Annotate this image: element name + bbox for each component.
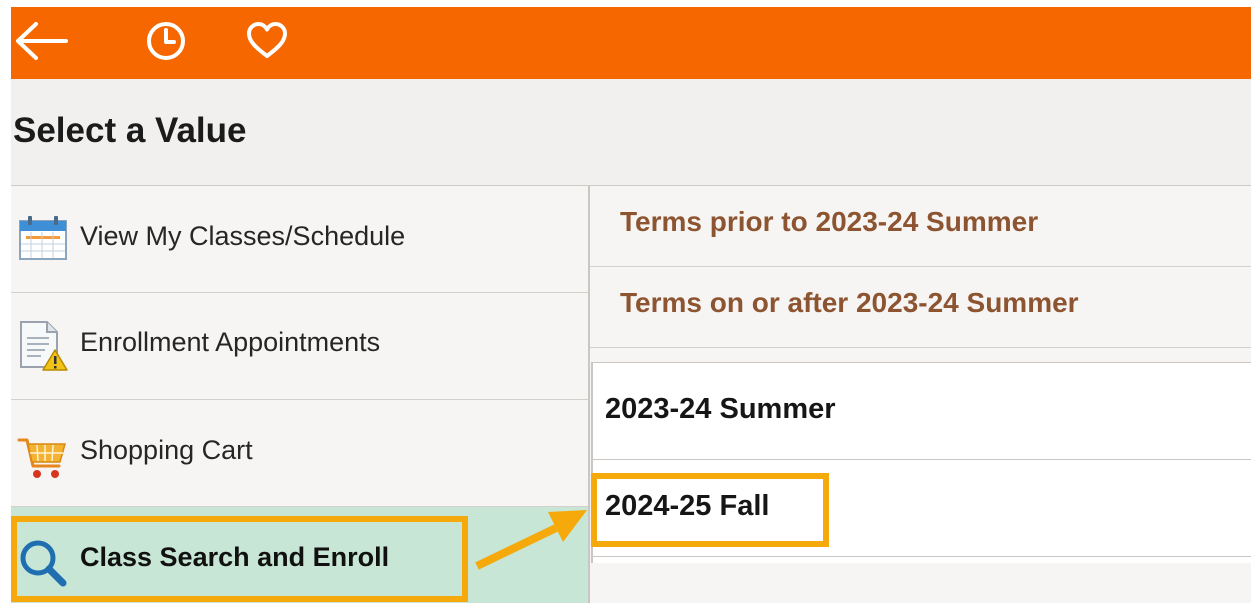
heart-glyph xyxy=(247,22,287,58)
top-toolbar xyxy=(11,7,1251,79)
back-arrow-glyph xyxy=(16,22,68,60)
page-header: Select a Value xyxy=(11,79,1251,186)
favorites-heart-icon[interactable] xyxy=(241,15,293,67)
list-footer-space xyxy=(591,566,1251,603)
term-item-label: 2024-25 Fall xyxy=(605,490,770,522)
history-clock-icon[interactable] xyxy=(141,15,191,67)
term-group-prior[interactable]: Terms prior to 2023-24 Summer xyxy=(590,186,1251,267)
term-selection-panel: Terms prior to 2023-24 Summer Terms on o… xyxy=(590,186,1251,603)
term-item-2024-25-fall[interactable]: 2024-25 Fall xyxy=(593,460,1251,557)
clock-glyph xyxy=(147,22,185,60)
calendar-icon xyxy=(19,216,67,260)
nav-item-shopping-cart[interactable]: Shopping Cart xyxy=(11,400,588,507)
nav-item-label: Shopping Cart xyxy=(80,435,253,465)
term-group-on-or-after[interactable]: Terms on or after 2023-24 Summer xyxy=(590,267,1251,348)
navigation-sidebar: View My Classes/Schedule Enrollment Appo… xyxy=(11,186,590,603)
page-title: Select a Value xyxy=(13,111,247,150)
nav-item-label: View My Classes/Schedule xyxy=(80,221,406,251)
term-item-2023-24-summer[interactable]: 2023-24 Summer xyxy=(593,363,1251,460)
nav-item-view-my-classes[interactable]: View My Classes/Schedule xyxy=(11,186,588,293)
term-list: 2023-24 Summer 2024-25 Fall xyxy=(591,362,1251,563)
app-frame: Select a Value View My Classes/Schedule xyxy=(11,7,1251,603)
magnifier-search-icon xyxy=(20,540,67,587)
nav-item-class-search-and-enroll[interactable]: Class Search and Enroll xyxy=(11,507,588,603)
back-arrow-icon[interactable] xyxy=(11,15,71,67)
term-item-label: 2023-24 Summer xyxy=(605,393,836,425)
nav-item-label: Enrollment Appointments xyxy=(80,327,381,357)
nav-item-enrollment-appointments[interactable]: Enrollment Appointments xyxy=(11,293,588,400)
term-group-label: Terms on or after 2023-24 Summer xyxy=(620,287,1079,318)
term-group-label: Terms prior to 2023-24 Summer xyxy=(620,206,1039,237)
shopping-cart-icon xyxy=(17,438,66,478)
nav-item-label: Class Search and Enroll xyxy=(80,542,390,572)
document-warning-icon xyxy=(20,321,68,371)
